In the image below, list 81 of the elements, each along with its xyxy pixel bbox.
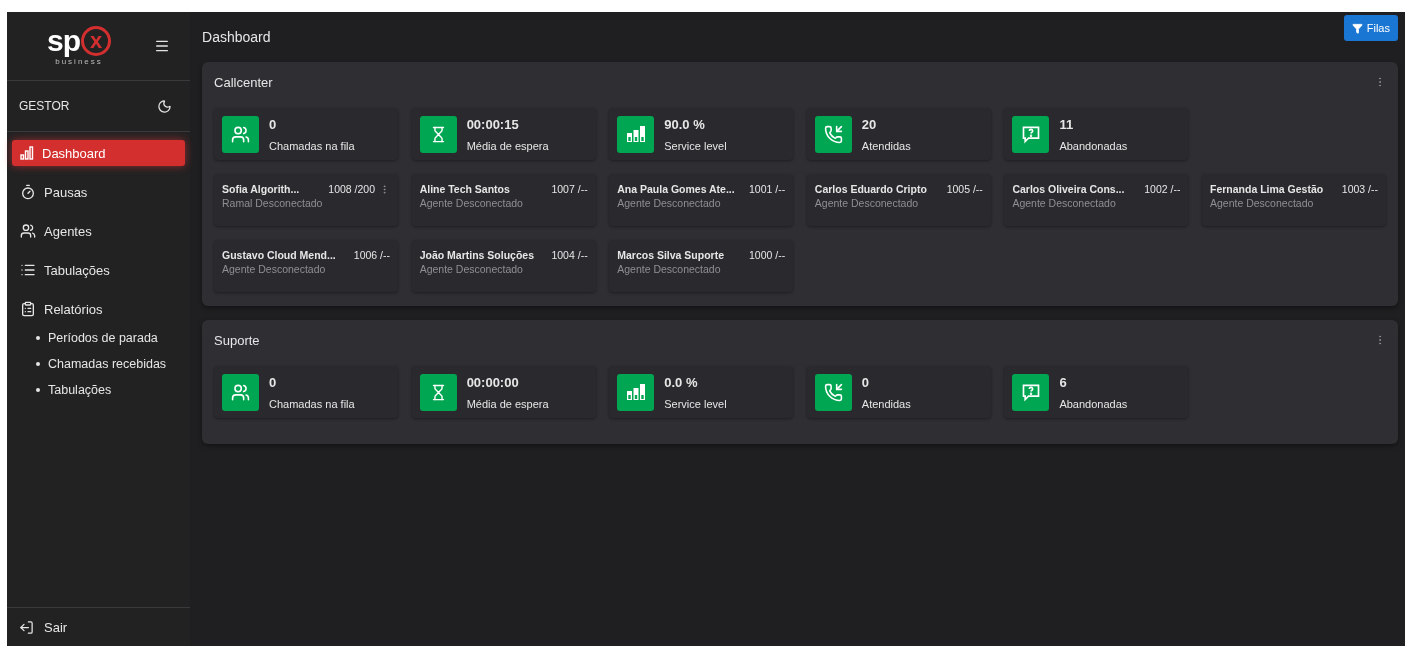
agent-name: Carlos Eduardo Cripto [814, 183, 927, 195]
bar-chart-icon [20, 146, 34, 160]
stat-value: 0.0 % [664, 374, 699, 390]
logo-mark: x [81, 26, 111, 56]
nav-item[interactable]: Agentes [12, 218, 186, 244]
agent-status: Agente Desconectado [222, 263, 327, 275]
question-message-icon [1020, 124, 1041, 144]
agent-name: Marcos Silva Suporte [617, 249, 724, 261]
agent-extension: 1000 /-- [749, 249, 786, 261]
logout-icon [19, 619, 34, 635]
phone-incoming-icon [823, 124, 843, 144]
queues-button[interactable]: Filas [1343, 15, 1398, 41]
agent-status: Agente Desconectado [617, 197, 722, 209]
stat-label: Atendidas [861, 139, 911, 152]
agent-extension: 1001 /-- [749, 183, 786, 195]
agent-status: Ramal Desconectado [222, 197, 324, 209]
nav-item[interactable]: Pausas [12, 179, 186, 205]
agent-extension: 1008 /200 [328, 183, 376, 195]
agent-status: Agente Desconectado [617, 263, 722, 275]
stat-value: 00:00:00 [466, 374, 520, 390]
stat-value: 0 [861, 374, 871, 390]
agent-name: Fernanda Lima Gestão [1210, 183, 1324, 195]
agent-status: Agente Desconectado [419, 263, 524, 275]
role-label: GESTOR [19, 99, 70, 113]
agent-extension: 1002 /-- [1144, 183, 1181, 195]
nav-item[interactable]: Dashboard [12, 140, 186, 166]
agent-name: Gustavo Cloud Mend... [222, 249, 336, 261]
stat-value: 6 [1059, 374, 1068, 390]
users-icon [20, 223, 36, 239]
stat-label: Service level [664, 139, 727, 152]
stat-label: Abandonadas [1059, 397, 1128, 410]
agent-extension: 1006 /-- [353, 249, 391, 261]
stat-label: Service level [664, 397, 727, 410]
agent-status: Agente Desconectado [1210, 197, 1315, 209]
bar-chart-icon [625, 125, 646, 143]
nav-item[interactable]: Relatórios [12, 296, 186, 322]
users-icon [231, 382, 251, 402]
agent-extension: 1003 /-- [1341, 183, 1378, 195]
nav-subitem[interactable]: Chamadas recebidas [36, 357, 186, 371]
agent-extension: 1007 /-- [551, 183, 588, 195]
stat-value: 0 [269, 374, 278, 390]
panel-title: Suporte [214, 332, 260, 348]
users-icon [231, 124, 251, 144]
stat-label: Chamadas na fila [269, 397, 355, 410]
stat-value: 90.0 % [664, 116, 706, 132]
agent-name: Aline Tech Santos [419, 183, 510, 195]
filter-icon [1351, 22, 1363, 34]
moon-icon[interactable] [157, 98, 173, 114]
clipboard-icon [20, 301, 36, 317]
stopwatch-icon [20, 184, 36, 200]
stat-label: Atendidas [861, 397, 911, 410]
logout-link[interactable]: Sair [7, 607, 191, 646]
nav-item[interactable]: Tabulações [12, 257, 186, 283]
stat-label: Chamadas na fila [269, 139, 355, 152]
agent-name: João Martins Soluções [419, 249, 534, 261]
agent-name: Carlos Oliveira Cons... [1012, 183, 1125, 195]
bar-chart-icon [625, 383, 646, 401]
agent-name: Ana Paula Gomes Ate... [617, 183, 735, 195]
menu-icon[interactable] [154, 38, 171, 54]
stat-label: Abandonadas [1059, 139, 1128, 152]
stat-value: 11 [1059, 116, 1075, 132]
logo-text: sp [47, 26, 80, 56]
nav-subitem[interactable]: Tabulações [36, 383, 186, 397]
phone-incoming-icon [823, 382, 843, 402]
stat-label: Média de espera [466, 139, 549, 152]
nav-subitem[interactable]: Períodos de parada [36, 331, 186, 345]
question-message-icon [1020, 382, 1041, 402]
agent-extension: 1005 /-- [946, 183, 983, 195]
agent-name: Sofia Algorith... [222, 183, 300, 195]
logo-tagline: business [55, 57, 103, 66]
stat-value: 00:00:15 [466, 116, 520, 132]
agent-status: Agente Desconectado [419, 197, 524, 209]
stat-value: 0 [269, 116, 278, 132]
agent-status: Agente Desconectado [814, 197, 920, 209]
panel-title: Callcenter [214, 74, 273, 90]
page-title: Dashboard [202, 29, 271, 45]
stat-value: 20 [861, 116, 878, 132]
stat-label: Média de espera [466, 397, 549, 410]
list-icon [20, 262, 36, 278]
agent-status: Agente Desconectado [1012, 197, 1117, 209]
agent-extension: 1004 /-- [551, 249, 588, 261]
